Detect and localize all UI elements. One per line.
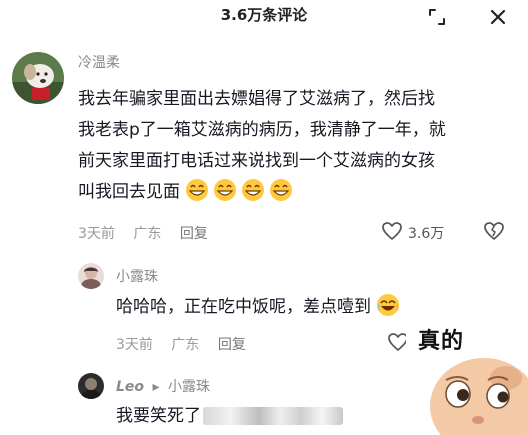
- close-icon[interactable]: [487, 6, 509, 28]
- like-icon[interactable]: [381, 221, 403, 241]
- grin-emoji: [242, 179, 265, 201]
- avatar[interactable]: [78, 263, 104, 289]
- avatar[interactable]: [78, 373, 104, 399]
- emoji-group: [185, 179, 297, 202]
- reply-meta: 3天前 广东 回复: [116, 334, 260, 354]
- reply-button[interactable]: 回复: [218, 337, 246, 353]
- reply-author[interactable]: 小露珠: [116, 266, 158, 286]
- comment-text-line: 前天家里面打电话过来说找到一个艾滋病的女孩: [78, 151, 435, 171]
- reply-time: 3天前: [116, 337, 153, 353]
- comment-text-line: 我老表p了一箱艾滋病的病历，我清静了一年，就: [78, 120, 446, 140]
- comment-location: 广东: [133, 226, 162, 242]
- comment-count-title: 3.6万条评论: [220, 6, 308, 24]
- sticker-caption: 真的: [418, 329, 465, 354]
- baby-sticker: 真的: [406, 322, 528, 435]
- comments-header: 3.6万条评论: [0, 0, 528, 40]
- comment-text-last-line: 叫我回去见面: [78, 178, 297, 207]
- grin-emoji: [186, 179, 209, 201]
- reply-text: 我要笑死了: [116, 406, 201, 426]
- comment-meta: 3天前 广东 回复: [78, 223, 222, 243]
- reply-author-row: Leo ▸ 小露珠: [116, 376, 210, 396]
- dislike-icon[interactable]: [483, 221, 505, 241]
- avatar[interactable]: [12, 52, 64, 104]
- reply-arrow-icon: ▸: [152, 379, 160, 395]
- reply-author[interactable]: Leo: [116, 379, 144, 395]
- grin-emoji: [270, 179, 293, 201]
- reply-button[interactable]: 回复: [180, 226, 208, 242]
- comment-time: 3天前: [78, 226, 115, 242]
- expand-icon[interactable]: [426, 6, 448, 28]
- comment-text-line: 我去年骗家里面出去嫖娼得了艾滋病了，然后找: [78, 89, 435, 109]
- reply-text-row: 哈哈哈，正在吃中饭呢，差点噎到: [116, 293, 400, 322]
- blurred-text: [203, 407, 343, 425]
- grin-emoji: [214, 179, 237, 201]
- reply-location: 广东: [171, 337, 200, 353]
- laugh-cry-emoji: [377, 294, 400, 316]
- reply-to-author[interactable]: 小露珠: [168, 379, 210, 395]
- comment-text-line: 叫我回去见面: [78, 182, 180, 202]
- like-count: 3.6万: [408, 226, 445, 242]
- reply-text: 哈哈哈，正在吃中饭呢，差点噎到: [116, 297, 371, 317]
- reply-text-row: 我要笑死了: [116, 402, 343, 431]
- comment-author[interactable]: 冷温柔: [78, 52, 120, 72]
